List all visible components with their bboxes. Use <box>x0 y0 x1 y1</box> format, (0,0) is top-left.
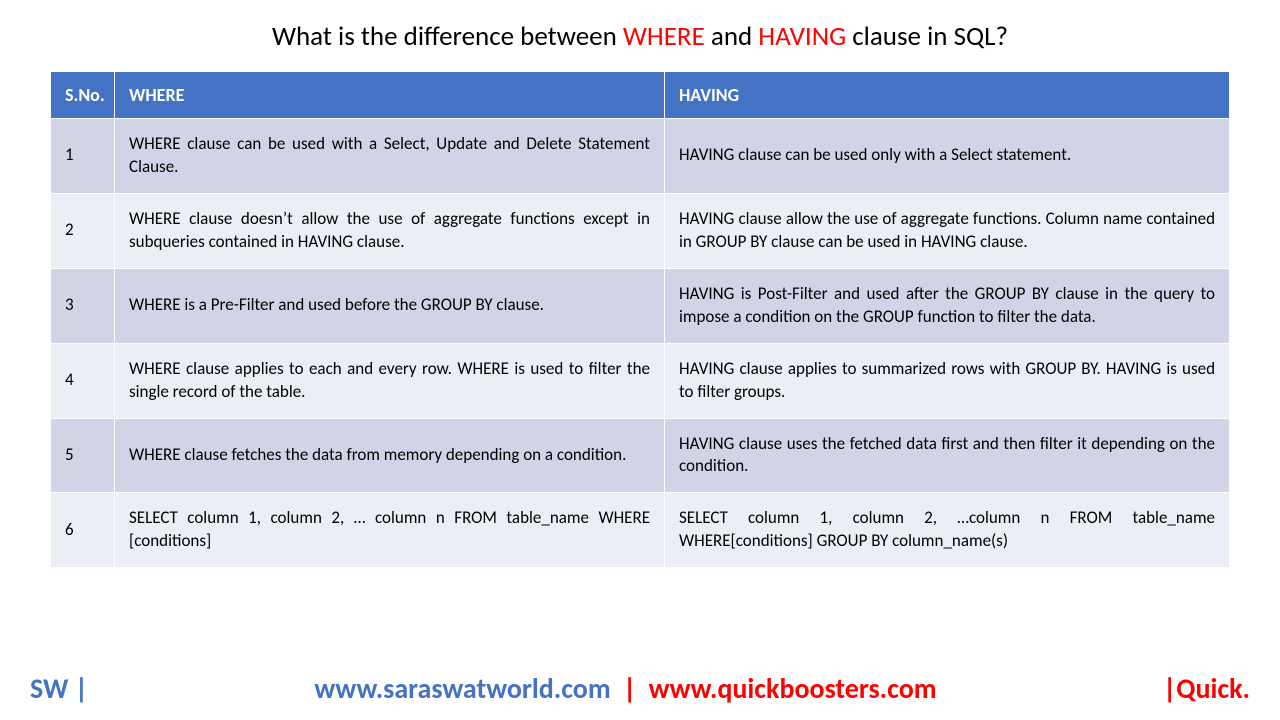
footer-link-quickboosters[interactable]: www.quickboosters.com <box>649 671 937 706</box>
cell-sno: 6 <box>51 493 115 568</box>
cell-sno: 2 <box>51 193 115 268</box>
table-row: 4WHERE clause applies to each and every … <box>51 343 1230 418</box>
cell-sno: 4 <box>51 343 115 418</box>
title-keyword-where: WHERE <box>623 20 705 53</box>
cell-where: WHERE clause applies to each and every r… <box>115 343 665 418</box>
comparison-table: S.No. WHERE HAVING 1WHERE clause can be … <box>50 71 1230 568</box>
col-header-where: WHERE <box>115 72 665 119</box>
footer-left: SW | <box>30 671 88 706</box>
cell-sno: 5 <box>51 418 115 493</box>
footer-link-saraswat[interactable]: www.saraswatworld.com <box>314 671 610 706</box>
table-row: 6SELECT column 1, column 2, … column n F… <box>51 493 1230 568</box>
table-row: 2WHERE clause doesn’t allow the use of a… <box>51 193 1230 268</box>
col-header-having: HAVING <box>665 72 1230 119</box>
footer-right: |Quick. <box>1163 671 1250 706</box>
cell-having: HAVING clause uses the fetched data firs… <box>665 418 1230 493</box>
title-keyword-having: HAVING <box>758 20 846 53</box>
cell-having: HAVING clause applies to summarized rows… <box>665 343 1230 418</box>
title-prefix: What is the difference between <box>272 20 623 53</box>
cell-where: WHERE clause fetches the data from memor… <box>115 418 665 493</box>
page-title: What is the difference between WHERE and… <box>50 20 1230 53</box>
cell-sno: 3 <box>51 268 115 343</box>
col-header-sno: S.No. <box>51 72 115 119</box>
title-mid: and <box>705 20 759 53</box>
cell-having: HAVING is Post-Filter and used after the… <box>665 268 1230 343</box>
table-row: 3WHERE is a Pre-Filter and used before t… <box>51 268 1230 343</box>
footer: SW | www.saraswatworld.com | www.quickbo… <box>0 671 1280 706</box>
cell-where: SELECT column 1, column 2, … column n FR… <box>115 493 665 568</box>
cell-where: WHERE clause doesn’t allow the use of ag… <box>115 193 665 268</box>
cell-having: SELECT column 1, column 2, …column n FRO… <box>665 493 1230 568</box>
cell-having: HAVING clause can be used only with a Se… <box>665 119 1230 194</box>
title-suffix: clause in SQL? <box>846 20 1008 53</box>
table-row: 1WHERE clause can be used with a Select,… <box>51 119 1230 194</box>
footer-separator: | <box>617 671 643 706</box>
cell-sno: 1 <box>51 119 115 194</box>
table-row: 5WHERE clause fetches the data from memo… <box>51 418 1230 493</box>
cell-having: HAVING clause allow the use of aggregate… <box>665 193 1230 268</box>
cell-where: WHERE clause can be used with a Select, … <box>115 119 665 194</box>
cell-where: WHERE is a Pre-Filter and used before th… <box>115 268 665 343</box>
